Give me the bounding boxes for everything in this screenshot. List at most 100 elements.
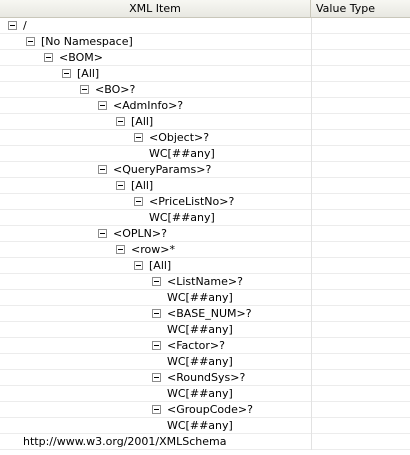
- tree-item-label[interactable]: http://www.w3.org/2001/XMLSchema: [23, 434, 227, 450]
- tree-row[interactable]: <RoundSys>?: [0, 370, 410, 386]
- tree-item-label[interactable]: <QueryParams>?: [113, 162, 211, 178]
- tree-item-label[interactable]: <BOM>: [59, 50, 103, 66]
- tree-row[interactable]: <ListName>?: [0, 274, 410, 290]
- tree-row[interactable]: WC[##any]: [0, 354, 410, 370]
- tree-item-label[interactable]: WC[##any]: [149, 210, 215, 226]
- tree-row[interactable]: <Factor>?: [0, 338, 410, 354]
- tree-item-label[interactable]: <RoundSys>?: [167, 370, 245, 386]
- value-type-cell[interactable]: [311, 130, 410, 146]
- tree-item-label[interactable]: WC[##any]: [149, 146, 215, 162]
- tree-row[interactable]: http://www.w3.org/2001/XMLSchema: [0, 434, 410, 450]
- tree-item-label[interactable]: <AdmInfo>?: [113, 98, 183, 114]
- value-type-cell[interactable]: [311, 226, 410, 242]
- tree-item-label[interactable]: [All]: [149, 258, 171, 274]
- collapse-toggle-icon[interactable]: [152, 373, 161, 382]
- value-type-cell[interactable]: [311, 50, 410, 66]
- tree-item-label[interactable]: <BO>?: [95, 82, 135, 98]
- collapse-toggle-icon[interactable]: [116, 117, 125, 126]
- value-type-cell[interactable]: [311, 274, 410, 290]
- tree-row[interactable]: [No Namespace]: [0, 34, 410, 50]
- value-type-cell[interactable]: [311, 98, 410, 114]
- value-type-cell[interactable]: [311, 434, 410, 450]
- value-type-cell[interactable]: [311, 18, 410, 34]
- collapse-toggle-icon[interactable]: [80, 85, 89, 94]
- collapse-toggle-icon[interactable]: [134, 197, 143, 206]
- tree-item-label[interactable]: WC[##any]: [167, 322, 233, 338]
- tree-item-label[interactable]: [All]: [131, 114, 153, 130]
- value-type-cell[interactable]: [311, 210, 410, 226]
- value-type-cell[interactable]: [311, 146, 410, 162]
- tree-item-label[interactable]: [All]: [77, 66, 99, 82]
- value-type-cell[interactable]: [311, 82, 410, 98]
- tree-row[interactable]: WC[##any]: [0, 418, 410, 434]
- collapse-toggle-icon[interactable]: [152, 277, 161, 286]
- value-type-cell[interactable]: [311, 178, 410, 194]
- value-type-cell[interactable]: [311, 66, 410, 82]
- tree-row[interactable]: <Object>?: [0, 130, 410, 146]
- value-type-cell[interactable]: [311, 34, 410, 50]
- collapse-toggle-icon[interactable]: [98, 101, 107, 110]
- column-header-xml-item[interactable]: XML Item: [0, 0, 311, 17]
- tree-item-label[interactable]: <GroupCode>?: [167, 402, 253, 418]
- collapse-toggle-icon[interactable]: [152, 341, 161, 350]
- tree-row[interactable]: <OPLN>?: [0, 226, 410, 242]
- tree-row[interactable]: WC[##any]: [0, 290, 410, 306]
- value-type-cell[interactable]: [311, 194, 410, 210]
- collapse-toggle-icon[interactable]: [98, 165, 107, 174]
- tree-row[interactable]: WC[##any]: [0, 322, 410, 338]
- tree-row[interactable]: WC[##any]: [0, 386, 410, 402]
- tree-item-label[interactable]: WC[##any]: [167, 418, 233, 434]
- collapse-toggle-icon[interactable]: [152, 405, 161, 414]
- collapse-toggle-icon[interactable]: [98, 229, 107, 238]
- value-type-cell[interactable]: [311, 290, 410, 306]
- value-type-cell[interactable]: [311, 418, 410, 434]
- collapse-toggle-icon[interactable]: [44, 53, 53, 62]
- value-type-cell[interactable]: [311, 386, 410, 402]
- collapse-toggle-icon[interactable]: [26, 37, 35, 46]
- tree-row[interactable]: [All]: [0, 114, 410, 130]
- tree-item-label[interactable]: <OPLN>?: [113, 226, 167, 242]
- tree-item-label[interactable]: <row>*: [131, 242, 175, 258]
- tree-row[interactable]: [All]: [0, 258, 410, 274]
- tree-item-label[interactable]: [No Namespace]: [41, 34, 133, 50]
- value-type-cell[interactable]: [311, 322, 410, 338]
- tree-item-label[interactable]: <ListName>?: [167, 274, 243, 290]
- tree-row[interactable]: <GroupCode>?: [0, 402, 410, 418]
- tree-item-label[interactable]: <Object>?: [149, 130, 209, 146]
- tree-item-label[interactable]: WC[##any]: [167, 290, 233, 306]
- tree-row[interactable]: /: [0, 18, 410, 34]
- collapse-toggle-icon[interactable]: [8, 21, 17, 30]
- tree-item-label[interactable]: <Factor>?: [167, 338, 225, 354]
- value-type-cell[interactable]: [311, 306, 410, 322]
- tree-item-label[interactable]: <BASE_NUM>?: [167, 306, 252, 322]
- tree-row[interactable]: <BASE_NUM>?: [0, 306, 410, 322]
- value-type-cell[interactable]: [311, 114, 410, 130]
- tree-row[interactable]: <BO>?: [0, 82, 410, 98]
- tree-row[interactable]: WC[##any]: [0, 146, 410, 162]
- tree-row[interactable]: WC[##any]: [0, 210, 410, 226]
- tree-row[interactable]: <BOM>: [0, 50, 410, 66]
- tree-row[interactable]: <AdmInfo>?: [0, 98, 410, 114]
- value-type-cell[interactable]: [311, 258, 410, 274]
- tree-item-label[interactable]: /: [23, 18, 27, 34]
- value-type-cell[interactable]: [311, 338, 410, 354]
- value-type-cell[interactable]: [311, 402, 410, 418]
- tree-item-label[interactable]: [All]: [131, 178, 153, 194]
- tree-item-label[interactable]: WC[##any]: [167, 386, 233, 402]
- collapse-toggle-icon[interactable]: [134, 261, 143, 270]
- value-type-cell[interactable]: [311, 370, 410, 386]
- collapse-toggle-icon[interactable]: [134, 133, 143, 142]
- tree-row[interactable]: [All]: [0, 66, 410, 82]
- tree-row[interactable]: <row>*: [0, 242, 410, 258]
- value-type-cell[interactable]: [311, 354, 410, 370]
- tree-row[interactable]: <PriceListNo>?: [0, 194, 410, 210]
- tree-row[interactable]: <QueryParams>?: [0, 162, 410, 178]
- tree-item-label[interactable]: WC[##any]: [167, 354, 233, 370]
- collapse-toggle-icon[interactable]: [152, 309, 161, 318]
- column-header-value-type[interactable]: Value Type: [311, 0, 410, 17]
- collapse-toggle-icon[interactable]: [116, 181, 125, 190]
- collapse-toggle-icon[interactable]: [62, 69, 71, 78]
- value-type-cell[interactable]: [311, 162, 410, 178]
- collapse-toggle-icon[interactable]: [116, 245, 125, 254]
- tree-row[interactable]: [All]: [0, 178, 410, 194]
